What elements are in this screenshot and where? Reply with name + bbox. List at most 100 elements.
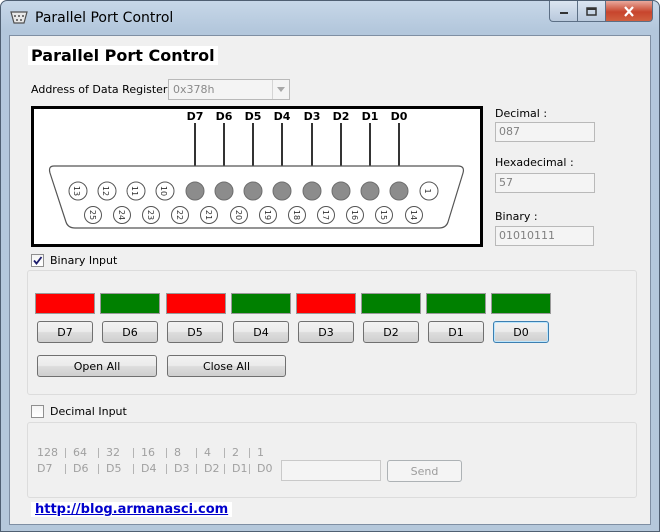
column-divider bbox=[133, 464, 134, 474]
bit-weight-label: 128 bbox=[37, 446, 58, 459]
column-divider bbox=[166, 448, 167, 458]
bit-weight-label: 2 bbox=[232, 446, 239, 459]
bit-button-d7[interactable]: D7 bbox=[37, 321, 93, 343]
bit-name-label: D3 bbox=[174, 462, 190, 475]
bit-name-label: D6 bbox=[73, 462, 89, 475]
maximize-button[interactable] bbox=[578, 1, 606, 22]
bit-button-d5[interactable]: D5 bbox=[167, 321, 223, 343]
pin-9 bbox=[185, 181, 205, 201]
pin-number-label: 13 bbox=[72, 186, 81, 196]
bit-indicator-d2 bbox=[361, 293, 421, 314]
pin-number-label: 23 bbox=[146, 210, 155, 220]
pin-number-label: 16 bbox=[350, 210, 359, 220]
pin-4 bbox=[331, 181, 351, 201]
bit-button-d4[interactable]: D4 bbox=[233, 321, 289, 343]
pin-number-label: 11 bbox=[130, 186, 139, 196]
binary-input-label: Binary Input bbox=[50, 254, 118, 267]
minimize-button[interactable] bbox=[549, 1, 578, 22]
bit-weight-label: 4 bbox=[204, 446, 211, 459]
bit-button-d3[interactable]: D3 bbox=[298, 321, 354, 343]
pin-number-label: 24 bbox=[117, 210, 126, 220]
data-pin-label: D5 bbox=[245, 110, 262, 123]
binary-label: Binary : bbox=[495, 210, 538, 223]
bit-name-label: D7 bbox=[37, 462, 53, 475]
bit-name-label: D1 bbox=[232, 462, 248, 475]
bit-name-label: D0 bbox=[257, 462, 273, 475]
bit-weight-label: 64 bbox=[73, 446, 87, 459]
bit-indicator-d7 bbox=[35, 293, 95, 314]
chevron-down-icon[interactable] bbox=[272, 80, 289, 99]
bit-weight-label: 8 bbox=[174, 446, 181, 459]
column-divider bbox=[249, 448, 250, 458]
bit-weight-label: 1 bbox=[257, 446, 264, 459]
send-button[interactable]: Send bbox=[387, 460, 462, 482]
address-select[interactable]: 0x378h bbox=[168, 79, 290, 100]
bit-indicator-d5 bbox=[166, 293, 226, 314]
pin-number-label: 14 bbox=[409, 210, 418, 220]
decimal-value-input[interactable] bbox=[281, 460, 381, 481]
bit-name-label: D4 bbox=[141, 462, 157, 475]
pin-8 bbox=[214, 181, 234, 201]
data-pin-label: D7 bbox=[187, 110, 204, 123]
pin-7 bbox=[243, 181, 263, 201]
address-label: Address of Data Register : bbox=[31, 83, 175, 96]
pin-number-label: 21 bbox=[204, 210, 213, 220]
bit-weight-label: 16 bbox=[141, 446, 155, 459]
db25-connector-svg: D7 D6 D5 D4 D3 D2 D1 D0 13 12 11 10 1 25 24 23 22 21 20 1… bbox=[48, 110, 465, 229]
open-all-button[interactable]: Open All bbox=[37, 355, 157, 377]
pin-number-label: 20 bbox=[234, 210, 243, 220]
bit-indicator-d3 bbox=[296, 293, 356, 314]
window-title: Parallel Port Control bbox=[35, 10, 174, 26]
pin-number-label: 19 bbox=[263, 210, 272, 220]
bit-button-d6[interactable]: D6 bbox=[102, 321, 158, 343]
blog-link[interactable]: http://blog.armanasci.com bbox=[31, 502, 233, 517]
app-window: Parallel Port Control Parallel Port Cont… bbox=[0, 0, 660, 532]
bit-indicator-d0 bbox=[491, 293, 551, 314]
pin-2 bbox=[389, 181, 409, 201]
pin-number-label: 15 bbox=[379, 210, 388, 220]
bit-button-d0[interactable]: D0 bbox=[493, 321, 549, 343]
pin-number-label: 10 bbox=[159, 186, 168, 196]
minimize-icon bbox=[559, 12, 568, 14]
bit-indicator-d6 bbox=[100, 293, 160, 314]
binary-output: 01010111 bbox=[495, 226, 594, 246]
client-area: Parallel Port Control Address of Data Re… bbox=[9, 35, 651, 525]
column-divider bbox=[98, 464, 99, 474]
close-button[interactable] bbox=[606, 1, 653, 22]
hexadecimal-output: 57 bbox=[495, 173, 595, 193]
close-icon bbox=[624, 5, 634, 17]
data-pin-label: D3 bbox=[304, 110, 321, 123]
column-divider bbox=[166, 464, 167, 474]
data-pin-label: D1 bbox=[362, 110, 379, 123]
pin-number-label: 25 bbox=[88, 210, 97, 220]
data-pin-label: D2 bbox=[333, 110, 350, 123]
pin-5 bbox=[302, 181, 322, 201]
decimal-label: Decimal : bbox=[495, 107, 548, 120]
maximize-icon bbox=[586, 6, 597, 16]
bit-indicator-d1 bbox=[426, 293, 486, 314]
pin-number-label: 17 bbox=[321, 210, 330, 220]
title-bar[interactable]: Parallel Port Control bbox=[1, 1, 659, 35]
column-divider bbox=[196, 464, 197, 474]
pin-3 bbox=[360, 181, 380, 201]
column-divider bbox=[65, 464, 66, 474]
data-pin-label: D4 bbox=[274, 110, 291, 123]
bit-weight-label: 32 bbox=[106, 446, 120, 459]
binary-input-checkbox[interactable] bbox=[31, 254, 44, 267]
hexadecimal-label: Hexadecimal : bbox=[495, 156, 574, 169]
bit-button-d2[interactable]: D2 bbox=[363, 321, 419, 343]
column-divider bbox=[65, 448, 66, 458]
address-value: 0x378h bbox=[173, 83, 215, 96]
bit-name-label: D2 bbox=[204, 462, 220, 475]
pin-number-label: 22 bbox=[175, 210, 184, 220]
column-divider bbox=[133, 448, 134, 458]
column-divider bbox=[224, 448, 225, 458]
close-all-button[interactable]: Close All bbox=[167, 355, 286, 377]
decimal-input-checkbox[interactable] bbox=[31, 405, 44, 418]
bit-indicator-d4 bbox=[231, 293, 291, 314]
db25-connector-diagram: D7 D6 D5 D4 D3 D2 D1 D0 13 12 11 10 1 25 24 23 22 21 20 1… bbox=[31, 106, 483, 247]
column-divider bbox=[224, 464, 225, 474]
bit-button-d1[interactable]: D1 bbox=[428, 321, 484, 343]
pin-number-label: 1 bbox=[423, 188, 432, 193]
column-divider bbox=[98, 448, 99, 458]
